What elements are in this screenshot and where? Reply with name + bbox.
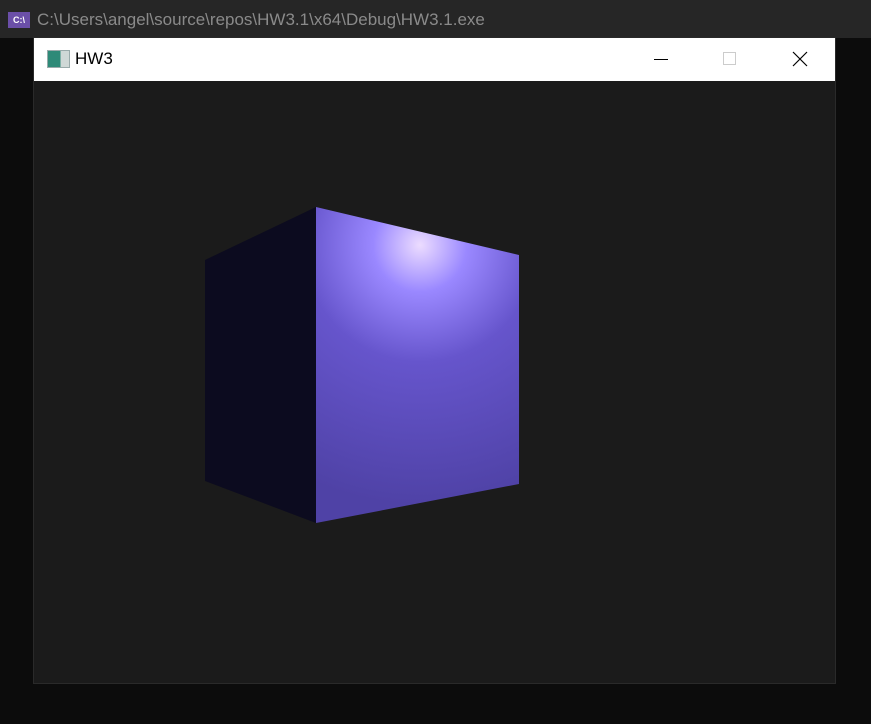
- app-icon: [47, 50, 70, 68]
- minimize-icon: [654, 59, 668, 60]
- close-button[interactable]: [777, 38, 823, 81]
- console-title: C:\Users\angel\source\repos\HW3.1\x64\De…: [37, 10, 485, 29]
- window-title: HW3: [75, 49, 113, 68]
- close-icon: [792, 51, 808, 67]
- maximize-icon: [723, 52, 736, 65]
- console-icon: C:\: [8, 12, 30, 28]
- minimize-button[interactable]: [637, 38, 683, 81]
- cube-side-face: [205, 207, 316, 523]
- console-title-bar: C:\ C:\Users\angel\source\repos\HW3.1\x6…: [0, 0, 871, 38]
- cube-front-face: [316, 207, 519, 523]
- render-viewport[interactable]: [34, 81, 835, 683]
- maximize-button[interactable]: [706, 38, 752, 81]
- app-window: HW3: [34, 38, 835, 683]
- window-title-bar[interactable]: HW3: [34, 38, 835, 81]
